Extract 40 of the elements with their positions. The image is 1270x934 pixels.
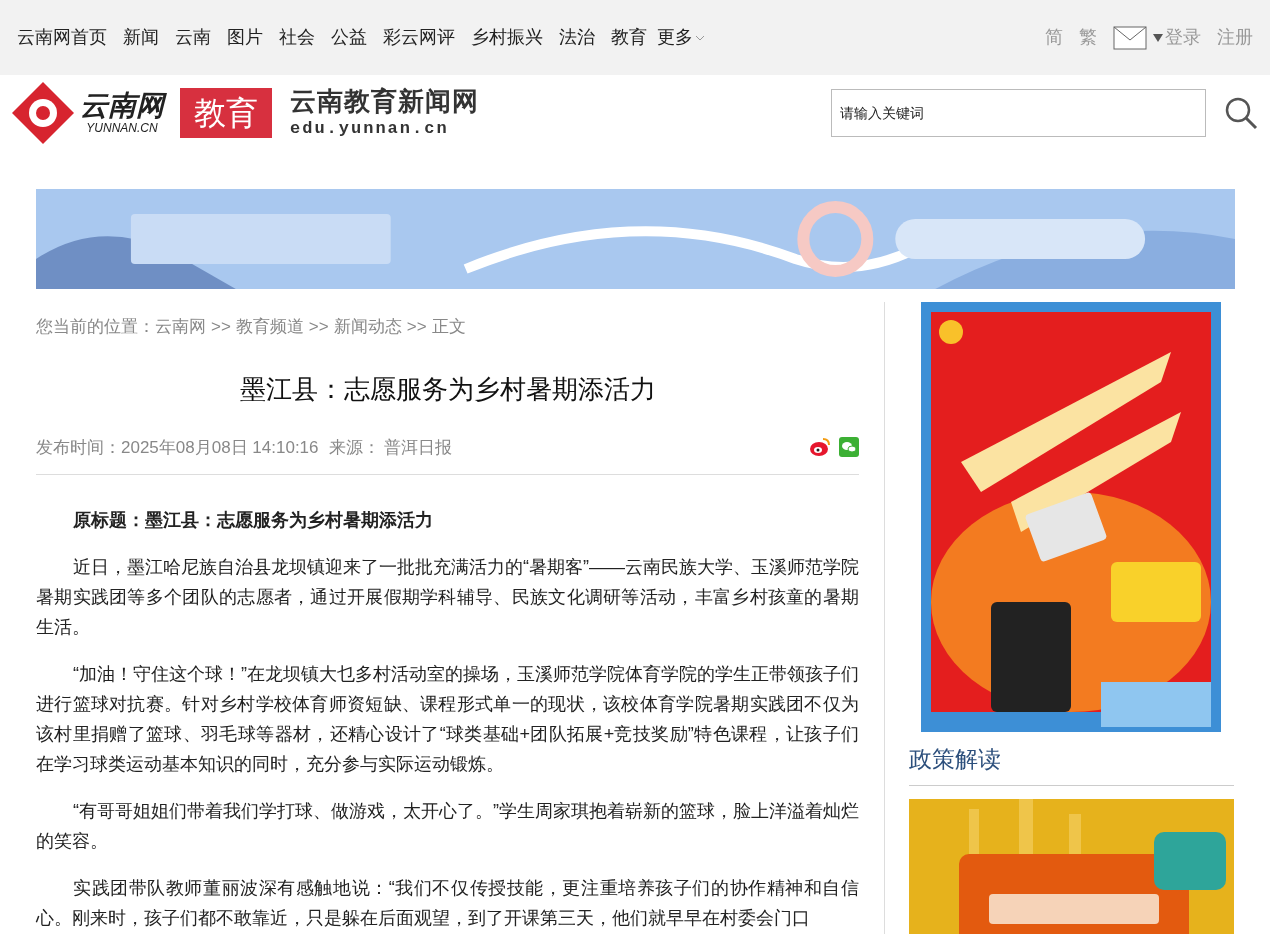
article-paragraph: 实践团带队教师董丽波深有感触地说：“我们不仅传授技能，更注重培养孩子们的协作精神和自信心。刚来时，孩子们都不敢靠近，只是躲在后面观望，到了开课第三天，他们就早早在村委会门口 bbox=[36, 877, 859, 930]
breadcrumb-link[interactable]: 云南网 bbox=[155, 314, 206, 340]
site-name: 云南教育新闻网 bbox=[290, 88, 479, 114]
breadcrumb-link[interactable]: 教育频道 bbox=[235, 314, 304, 340]
nav-link[interactable]: 社会 bbox=[279, 24, 315, 51]
nav-link[interactable]: 云南 bbox=[175, 24, 211, 51]
breadcrumb-link[interactable]: 正文 bbox=[431, 314, 466, 340]
logo-icon[interactable] bbox=[10, 79, 76, 146]
publish-time: 发布时间：2025年08月08日 14:10:16 bbox=[36, 436, 319, 459]
article-source: 来源： 普洱日报 bbox=[328, 436, 453, 459]
article-paragraph: “加油！守住这个球！”在龙坝镇大乜多村活动室的操场，玉溪师范学院体育学院的学生正带领孩子们进行篮球对抗赛。针对乡村学校体育师资短缺、课程形式单一的现状，该校体育学院暑期实践团不仅为该村里捐赠了篮球、羽毛球等器材，还精心设计了“球类基础+团队拓展+竞技奖励”特色课程，让孩子们在学习球类运动基本知识的同时，充分参与实际运动锻炼。 bbox=[36, 663, 859, 776]
article-paragraph: 近日，墨江哈尼族自治县龙坝镇迎来了一批批充满活力的“暑期客”——云南民族大学、玉溪师范学院暑期实践团等多个团队的志愿者，通过开展假期学科辅导、民族文化调研等活动，丰富乡村孩童的暑期生活。 bbox=[36, 556, 859, 639]
article-title: 墨江县：志愿服务为乡村暑期添活力 bbox=[238, 372, 657, 406]
search-field[interactable]: 请输入关键词 bbox=[831, 88, 1206, 137]
nav-link[interactable]: 彩云网评 bbox=[383, 24, 455, 51]
channel-badge: 教育 bbox=[180, 87, 272, 138]
caret-down-icon[interactable] bbox=[1153, 33, 1163, 42]
breadcrumb-link[interactable]: 新闻动态 bbox=[333, 314, 402, 340]
nav-link[interactable]: 法治 bbox=[559, 24, 595, 51]
breadcrumb-separator: >> bbox=[211, 316, 231, 338]
breadcrumb-separator: >> bbox=[308, 316, 329, 338]
mail-icon[interactable] bbox=[1113, 25, 1147, 50]
more-menu[interactable]: 更多 bbox=[657, 24, 705, 51]
site-url: edu.yunnan.cn bbox=[290, 120, 450, 137]
logo-domain: YUNNAN.CN bbox=[86, 121, 158, 134]
nav-link[interactable]: 公益 bbox=[331, 24, 367, 51]
section-title: 政策解读 bbox=[909, 742, 1234, 786]
weibo-share-icon[interactable] bbox=[809, 437, 831, 458]
chevron-down-icon bbox=[695, 33, 705, 42]
nav-link[interactable]: 图片 bbox=[227, 24, 263, 51]
wechat-share-icon[interactable] bbox=[839, 437, 859, 458]
nav-link[interactable]: 教育 bbox=[611, 24, 647, 51]
article-paragraph: “有哥哥姐姐们带着我们学打球、做游戏，太开心了。”学生周家琪抱着崭新的篮球，脸上洋溢着灿烂的笑容。 bbox=[36, 800, 859, 853]
nav-link[interactable]: 云南网首页 bbox=[17, 24, 107, 51]
breadcrumb-separator: >> bbox=[406, 316, 427, 338]
nav-link[interactable]: 乡村振兴 bbox=[471, 24, 543, 51]
breadcrumb-label: 您当前的位置： bbox=[36, 316, 155, 338]
article-subtitle: 原标题：墨江县：志愿服务为乡村暑期添活力 bbox=[72, 509, 434, 532]
search-icon[interactable] bbox=[1224, 95, 1258, 130]
nav-link[interactable]: 新闻 bbox=[123, 24, 159, 51]
